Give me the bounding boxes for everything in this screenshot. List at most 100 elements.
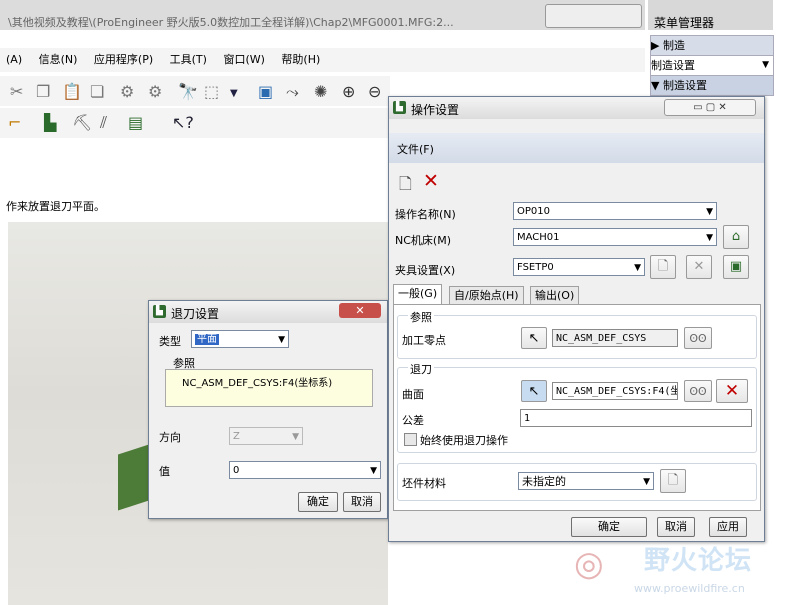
op-name-select[interactable]: OP010 ▼ [513,202,717,220]
type-select[interactable]: 平面 ▼ [191,330,289,348]
tolerance-input[interactable]: 1 [520,409,752,427]
menu-item-info[interactable]: 信息(N) [39,48,78,72]
type-select-value: 平面 [195,334,219,345]
retract-ok-button[interactable]: 确定 [298,492,338,512]
watermark-logo: 野火论坛 [644,546,753,576]
tab-from-home[interactable]: 自/原始点(H) [449,286,524,304]
sketch-icon[interactable]: ▣ [258,82,273,102]
chevron-down-icon: ▼ [634,263,641,273]
menu-bar: (A) 信息(N) 应用程序(P) 工具(T) 窗口(W) 帮助(H) [0,48,645,72]
menu-manager-item-setup-expanded[interactable]: ▼ 制造设置 [650,75,774,96]
chevron-down-icon: ▼ [762,60,769,70]
delete-icon[interactable]: ✕ [716,379,748,403]
copy-icon[interactable]: ❐ [36,82,50,102]
value-input[interactable]: 0 ▼ [229,461,381,479]
chevron-down-icon: ▼ [292,432,299,442]
always-retract-checkbox[interactable] [404,433,417,446]
tab-output[interactable]: 输出(O) [530,286,580,304]
nc-machine-select[interactable]: MACH01 ▼ [513,228,717,246]
watermark-url: www.proewildfire.cn [634,582,745,595]
orient-icon[interactable]: ✺ [314,82,327,102]
stock-new-icon[interactable]: 🗋 [660,469,686,493]
nc-machine-label: NC机床(M) [395,234,451,247]
retract-plane-icon[interactable]: ⌐ [8,113,21,133]
surface-field[interactable]: NC_ASM_DEF_CSYS:F4(坐 [552,382,678,400]
menu-manager-title: 菜单管理器 [654,16,715,30]
retract-cancel-button[interactable]: 取消 [343,492,381,512]
context-help-icon[interactable]: ↖? [172,113,194,133]
op-cancel-button[interactable]: 取消 [657,517,695,537]
toolbar-top: ✂ ❐ 📋 ❏ ⚙ ⚙ 🔭 ⬚ ▼ ▣ ⤳ ✺ ⊕ ⊖ [0,76,390,106]
stock-material-select[interactable]: 未指定的 ▼ [518,472,654,490]
step-setup-icon[interactable]: ▤ [128,113,143,133]
window-control-buttons[interactable]: ▭ ▢ ✕ [664,99,756,116]
op-ok-button[interactable]: 确定 [571,517,647,537]
select-arrow-icon[interactable]: ↖ [521,380,547,402]
datum-curve-icon[interactable]: ⤳ [286,82,299,102]
new-file-icon[interactable]: 🗋 [399,173,412,200]
operation-setup-icon[interactable]: ▙ [44,113,56,133]
chevron-down-icon: ▼ [706,207,713,217]
retract-reference-group: 参照 NC_ASM_DEF_CSYS:F4(坐标系) [157,357,379,411]
direction-select[interactable]: Z ▼ [229,427,303,445]
menu-item-a[interactable]: (A) [6,48,22,72]
regenerate-icon[interactable]: ⚙ [120,82,134,102]
direction-select-value: Z [233,431,240,442]
select-arrow-icon[interactable]: ↖ [521,327,547,349]
menu-item-tools[interactable]: 工具(T) [170,48,207,72]
fixture-delete-icon[interactable]: ✕ [686,255,712,279]
fixture-new-icon[interactable]: 🗋 [650,255,676,279]
tool-icon[interactable]: ⫽ [100,113,107,133]
glasses-icon[interactable]: ʘʘ [684,380,712,402]
watermark-swirl-icon: ◎ [574,544,604,584]
zoom-in-icon[interactable]: ⊕ [342,82,355,102]
machine-tool-icon[interactable]: ⌂ [723,225,749,249]
dialog-app-icon: ▙ [393,101,406,114]
status-message: 作来放置退刀平面。 [6,200,105,213]
fixture-icon[interactable]: ⛏ [72,113,92,133]
tab-general[interactable]: 一般(G) [393,284,443,304]
menu-manager-item-manufacture[interactable]: ▶ 制造 [650,35,774,56]
menu-item-window[interactable]: 窗口(W) [223,48,264,72]
dropdown-arrow-icon[interactable]: ▼ [230,84,238,104]
glasses-icon[interactable]: ʘʘ [684,327,712,349]
close-icon[interactable]: ✕ [339,303,381,318]
op-reference-group: 参照 加工零点 ↖ NC_ASM_DEF_CSYS ʘʘ [397,309,757,359]
chevron-down-icon: ▼ [643,477,650,487]
delete-icon[interactable]: ✕ [423,170,439,192]
menu-item-help[interactable]: 帮助(H) [281,48,320,72]
paste-special-icon[interactable]: ❏ [90,82,104,102]
select-box-icon[interactable]: ⬚ [204,82,219,102]
fixture-select[interactable]: FSETP0 ▼ [513,258,645,276]
paste-icon[interactable]: 📋 [62,82,82,102]
op-apply-button[interactable]: 应用 [709,517,747,537]
window-controls[interactable] [545,4,642,28]
zoom-out-icon[interactable]: ⊖ [368,82,381,102]
cut-icon[interactable]: ✂ [10,82,23,102]
retract-setup-dialog: ▙ 退刀设置 ✕ 类型 平面 ▼ 参照 NC_ASM_DEF_CSYS:F4(坐… [148,300,388,519]
regenerate-manager-icon[interactable]: ⚙ [148,82,162,102]
menu-manager-item-setup[interactable]: 制造设置 ▼ [650,55,774,76]
chevron-down-icon: ▼ [706,233,713,243]
find-icon[interactable]: 🔭 [178,82,198,102]
machine-zero-field[interactable]: NC_ASM_DEF_CSYS [552,329,678,347]
menu-item-applications[interactable]: 应用程序(P) [94,48,153,72]
stock-material-value: 未指定的 [522,475,566,488]
fixture-component-icon[interactable]: ▣ [723,255,749,279]
operation-setup-dialog: ▙ 操作设置 ▭ ▢ ✕ 文件(F) 🗋 ✕ 操作名称(N) OP010 ▼ N… [388,96,765,542]
op-retract-group: 退刀 曲面 ↖ NC_ASM_DEF_CSYS:F4(坐 ʘʘ ✕ 公差 1 始… [397,361,757,453]
stock-material-group: 坯件材料 未指定的 ▼ 🗋 [397,463,757,501]
op-dialog-titlebar[interactable]: ▙ 操作设置 ▭ ▢ ✕ [389,97,764,119]
value-label: 值 [159,465,170,478]
op-dialog-title: 操作设置 [411,103,460,117]
nc-machine-value: MACH01 [517,232,560,243]
retract-reference-box[interactable]: NC_ASM_DEF_CSYS:F4(坐标系) [165,369,373,407]
fixture-label: 夹具设置(X) [395,264,456,277]
file-menu[interactable]: 文件(F) [397,141,434,157]
op-file-menu-bar: 文件(F) [389,133,764,163]
menu-manager-header: 菜单管理器 [648,0,773,30]
always-retract-label: 始终使用退刀操作 [420,434,508,447]
retract-dialog-title: 退刀设置 [171,307,220,321]
direction-label: 方向 [159,431,181,444]
retract-dialog-titlebar[interactable]: ▙ 退刀设置 ✕ [149,301,387,323]
